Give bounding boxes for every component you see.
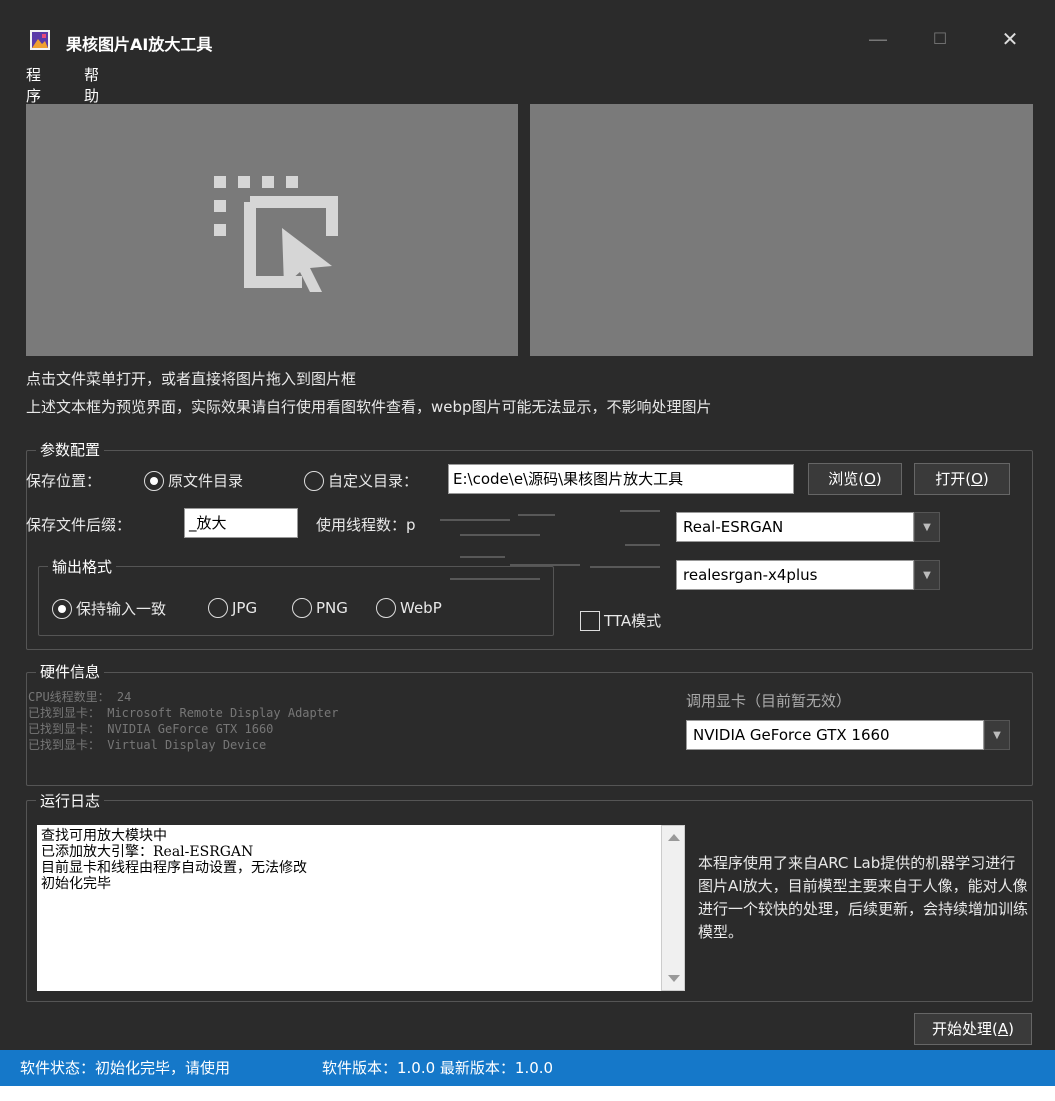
save-location-label: 保存位置：: [26, 472, 102, 490]
chevron-down-icon: ▼: [984, 720, 1010, 750]
hint-preview: 上述文本框为预览界面，实际效果请自行使用看图软件查看，webp图片可能无法显示，…: [26, 398, 712, 416]
log-textarea[interactable]: 查找可用放大模块中 已添加放大引擎：Real-ESRGAN 目前显卡和线程由程序…: [37, 825, 661, 991]
open-button[interactable]: 打开(O): [914, 463, 1010, 495]
params-legend: 参数配置: [36, 439, 105, 460]
radio-dot: [292, 598, 312, 618]
radio-format-webp[interactable]: WebP: [376, 598, 442, 618]
open-hotkey: O: [971, 470, 983, 488]
gpu-line-1: 已找到显卡： Microsoft Remote Display Adapter: [28, 706, 339, 720]
format-jpg-label: JPG: [232, 599, 258, 617]
drag-drop-icon: [214, 176, 338, 292]
scroll-down-arrow-icon[interactable]: [668, 975, 680, 982]
status-version: 软件版本：1.0.0 最新版本：1.0.0: [322, 1059, 554, 1077]
scroll-up-arrow-icon[interactable]: [668, 834, 680, 841]
menu-program[interactable]: 程序: [26, 64, 41, 106]
threads-label: 使用线程数：p: [316, 516, 416, 534]
start-label: 开始处理(: [932, 1020, 998, 1038]
hardware-legend: 硬件信息: [36, 661, 105, 682]
radio-format-keep[interactable]: 保持输入一致: [52, 598, 166, 619]
open-label: 打开(: [935, 470, 972, 488]
browse-label: 浏览(: [828, 470, 865, 488]
status-bar: 软件状态：初始化完毕，请使用 软件版本：1.0.0 最新版本：1.0.0: [0, 1050, 1055, 1086]
radio-original-label: 原文件目录: [168, 472, 244, 490]
browse-hotkey: O: [864, 470, 876, 488]
app-logo-icon: [30, 30, 50, 50]
tta-label: TTA模式: [604, 612, 662, 630]
menu-help[interactable]: 帮助: [84, 64, 99, 106]
format-webp-label: WebP: [400, 599, 442, 617]
minimize-button[interactable]: —: [858, 24, 898, 54]
chevron-down-icon: ▼: [914, 560, 940, 590]
gpu-select[interactable]: NVIDIA GeForce GTX 1660 ▼: [686, 720, 1010, 750]
cpu-threads-text: CPU线程数里： 24: [28, 690, 132, 704]
radio-original-dir[interactable]: 原文件目录: [144, 470, 243, 491]
bottom-strip: [0, 1086, 1055, 1101]
radio-dot-selected: [144, 470, 164, 491]
browse-button[interactable]: 浏览(O): [808, 463, 902, 495]
radio-dot-selected: [52, 598, 72, 619]
start-hotkey: A: [997, 1020, 1009, 1038]
about-text: 本程序使用了来自ARC Lab提供的机器学习进行图片AI放大，目前模型主要来自于…: [698, 854, 1029, 941]
format-png-label: PNG: [316, 599, 348, 617]
output-image-preview: [530, 104, 1033, 356]
radio-custom-dir[interactable]: 自定义目录：: [304, 470, 418, 491]
gpu-line-3: 已找到显卡： Virtual Display Device: [28, 738, 267, 752]
gpu-select-label: 调用显卡（目前暂无效）: [686, 692, 852, 710]
format-keep-label: 保持输入一致: [76, 600, 167, 618]
gpu-value: NVIDIA GeForce GTX 1660: [686, 720, 984, 750]
engine-select[interactable]: Real-ESRGAN ▼: [676, 512, 940, 542]
custom-path-input[interactable]: E:\code\e\源码\果核图片放大工具: [448, 464, 794, 494]
model-value: realesrgan-x4plus: [676, 560, 914, 590]
chevron-down-icon: ▼: [914, 512, 940, 542]
log-line: 已添加放大引擎：Real-ESRGAN: [41, 844, 254, 860]
log-line: 目前显卡和线程由程序自动设置，无法修改: [41, 860, 307, 876]
radio-dot: [376, 598, 396, 618]
close-button[interactable]: ✕: [990, 24, 1030, 54]
status-state: 软件状态：初始化完毕，请使用: [20, 1059, 231, 1077]
hint-open: 点击文件菜单打开，或者直接将图片拖入到图片框: [26, 370, 357, 388]
log-legend: 运行日志: [36, 790, 105, 811]
window-title: 果核图片AI放大工具: [66, 35, 213, 54]
output-format-legend: 输出格式: [48, 556, 117, 577]
model-select[interactable]: realesrgan-x4plus ▼: [676, 560, 940, 590]
radio-custom-label: 自定义目录：: [328, 472, 419, 490]
radio-format-png[interactable]: PNG: [292, 598, 348, 618]
engine-value: Real-ESRGAN: [676, 512, 914, 542]
radio-dot: [304, 470, 324, 491]
gpu-line-2: 已找到显卡： NVIDIA GeForce GTX 1660: [28, 722, 274, 736]
log-line: 初始化完毕: [41, 876, 111, 892]
radio-dot: [208, 598, 228, 618]
tta-mode-checkbox[interactable]: TTA模式: [580, 610, 661, 631]
log-scrollbar[interactable]: [661, 825, 685, 991]
log-line: 查找可用放大模块中: [41, 828, 167, 844]
input-image-dropzone[interactable]: [26, 104, 518, 356]
checkbox-box: [580, 610, 600, 631]
radio-format-jpg[interactable]: JPG: [208, 598, 257, 618]
suffix-input[interactable]: _放大: [184, 508, 298, 538]
suffix-label: 保存文件后缀：: [26, 516, 132, 534]
maximize-button[interactable]: ☐: [920, 24, 960, 54]
start-processing-button[interactable]: 开始处理(A): [914, 1013, 1032, 1045]
